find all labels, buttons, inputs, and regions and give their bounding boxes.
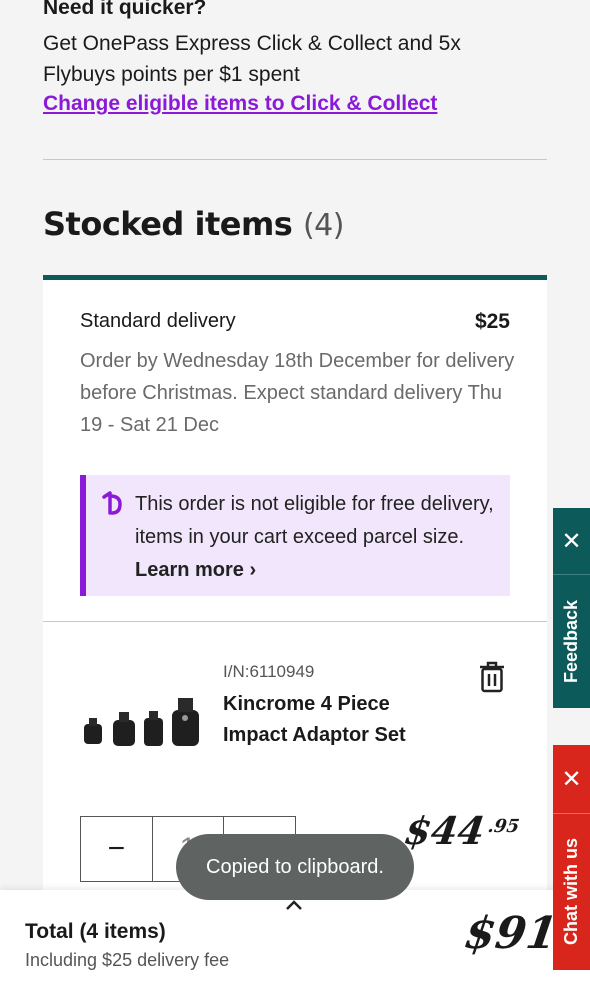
divider <box>43 159 547 160</box>
delivery-description: Order by Wednesday 18th December for del… <box>80 350 515 436</box>
divider <box>43 621 547 622</box>
product-name[interactable]: Kincrome 4 Piece Impact Adaptor Set <box>223 689 443 751</box>
item-number: I/N:6110949 <box>223 662 315 681</box>
item-price: $44.95 <box>402 808 522 853</box>
product-image <box>80 690 205 750</box>
close-icon[interactable]: ✕ <box>553 508 590 575</box>
stocked-items-count: (4) <box>302 208 345 243</box>
chevron-right-icon: › <box>249 559 257 581</box>
item-price-main: $44 <box>401 808 488 853</box>
close-icon[interactable]: ✕ <box>553 745 590 814</box>
total-price-main: $91 <box>461 908 561 959</box>
chat-with-us-button[interactable]: Chat with us <box>553 813 590 970</box>
decrease-button[interactable]: − <box>81 817 152 881</box>
clipboard-toast: Copied to clipboard. <box>176 834 414 900</box>
feedback-button[interactable]: Feedback <box>553 575 590 708</box>
standard-delivery-price: $25 <box>474 310 510 333</box>
express-heading: Need it quicker? <box>43 0 207 19</box>
stocked-items-label: Stocked items <box>43 205 293 243</box>
notice-text-block: This order is not eligible for free deli… <box>135 488 505 587</box>
item-price-cents: .95 <box>486 816 521 837</box>
onepass-icon <box>100 491 124 524</box>
total-label: Total (4 items) <box>25 920 166 943</box>
chat-label: Chat with us <box>561 838 581 945</box>
standard-delivery-label: Standard delivery <box>80 310 236 332</box>
express-description: Get OnePass Express Click & Collect and … <box>43 32 461 86</box>
total-subtext: Including $25 delivery fee <box>25 950 230 970</box>
change-to-click-collect-link[interactable]: Change eligible items to Click & Collect <box>43 92 437 116</box>
trash-icon[interactable] <box>478 660 506 694</box>
feedback-label: Feedback <box>561 599 582 684</box>
stocked-items-title: Stocked items (4) <box>43 205 344 243</box>
learn-more-link[interactable]: Learn more <box>135 559 244 581</box>
notice-message: This order is not eligible for free deli… <box>135 493 494 548</box>
